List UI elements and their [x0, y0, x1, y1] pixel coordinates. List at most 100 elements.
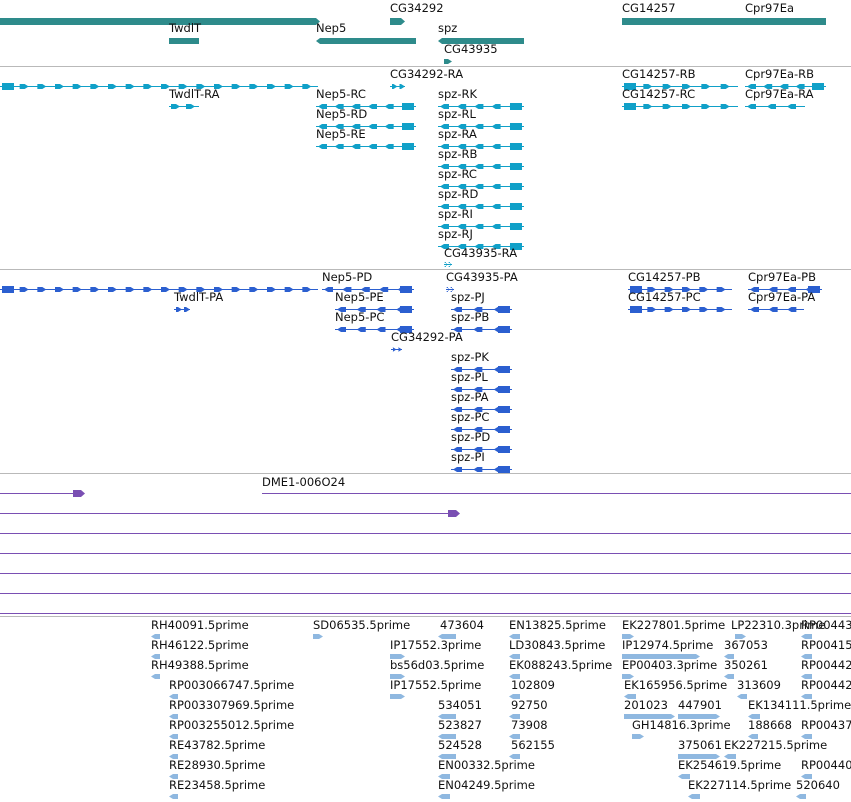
feature-label: LD30843.5prime: [509, 638, 606, 652]
feature-TwdlT-PA[interactable]: [174, 307, 190, 312]
feature-label: spz-RK: [438, 87, 478, 101]
feature-label: 201023: [624, 698, 668, 712]
exon-block: [400, 306, 412, 313]
feature-label: 313609: [737, 678, 781, 692]
feature-RH49388.5prime[interactable]: [151, 674, 160, 679]
feature-CG34292-RA[interactable]: [390, 84, 405, 89]
feature-label: spz: [438, 21, 458, 35]
feature-line: [0, 493, 83, 494]
feature-label: EK227215.5prime: [724, 738, 828, 752]
feature-transcripts-line-0[interactable]: [0, 83, 318, 90]
feature-markers-line-0[interactable]: [0, 490, 85, 497]
feature-label: EK088243.5prime: [509, 658, 613, 672]
feature-label: EN04249.5prime: [438, 778, 535, 792]
feature-CG43935-RA[interactable]: [444, 262, 452, 267]
feature-Cpr97Ea[interactable]: [745, 18, 826, 25]
feature-label: Nep5-PC: [335, 310, 385, 324]
feature-genes-line-0[interactable]: [0, 18, 320, 25]
feature-label: SD06535.5prime: [313, 618, 411, 632]
exon-block: [398, 347, 402, 352]
exon-block: [498, 326, 510, 333]
exon-block: [249, 287, 259, 292]
exon-block: [108, 84, 117, 89]
feature-CG34292[interactable]: [390, 18, 405, 25]
feature-CG14257-PC[interactable]: [628, 306, 732, 313]
exon-block: [55, 287, 64, 292]
feature-glyph: [169, 794, 178, 799]
feature-proteins-line-0[interactable]: [0, 286, 318, 293]
feature-label: spz-PJ: [451, 290, 485, 304]
exon-block: [143, 84, 153, 89]
feature-line: [0, 513, 458, 514]
exon-block: [498, 466, 510, 473]
feature-label: spz-PK: [451, 350, 489, 364]
feature-CG43935[interactable]: [444, 59, 452, 64]
feature-markers-line-6[interactable]: [0, 593, 851, 594]
feature-label: EK165956.5prime: [624, 678, 728, 692]
exon-block: [324, 287, 333, 292]
feature-EK227114.5prime[interactable]: [688, 794, 700, 799]
feature-label: bs56d03.5prime: [390, 658, 485, 672]
feature-520640[interactable]: [796, 794, 806, 799]
feature-SD06535.5prime[interactable]: [313, 634, 323, 639]
exon-block: [19, 287, 29, 292]
feature-line: [0, 533, 851, 534]
exon-block: [473, 327, 483, 332]
feature-glyph: [316, 38, 416, 44]
feature-label: RP003066747.5prime: [169, 678, 295, 692]
feature-CG14257-RC[interactable]: [622, 103, 738, 110]
exon-block: [720, 84, 730, 89]
feature-label: RP00415: [801, 638, 851, 652]
feature-markers-line-3[interactable]: [0, 533, 851, 534]
exon-block: [498, 366, 510, 373]
intron-line: [622, 106, 738, 107]
exon-block: [72, 84, 82, 89]
feature-markers-line-2[interactable]: [0, 510, 460, 517]
feature-glyph: [438, 794, 450, 799]
feature-label: CG14257-RC: [622, 87, 696, 101]
exon-block: [186, 104, 195, 109]
feature-Nep5-RE[interactable]: [316, 143, 416, 150]
feature-label: spz-RI: [438, 207, 473, 221]
exon-block: [768, 307, 778, 312]
exon-block: [491, 204, 501, 209]
feature-label: 92750: [511, 698, 548, 712]
feature-spz-PI[interactable]: [451, 466, 512, 473]
feature-RE23458.5prime[interactable]: [169, 794, 178, 799]
feature-label: DME1-006O24: [262, 475, 346, 489]
feature-markers-line-5[interactable]: [0, 573, 851, 574]
feature-markers-line-7[interactable]: [0, 613, 851, 614]
feature-TwdlT[interactable]: [169, 38, 199, 44]
exon-block: [750, 307, 759, 312]
exon-block: [491, 144, 501, 149]
feature-label: spz-PI: [451, 450, 485, 464]
exon-block: [647, 307, 657, 312]
feature-GH14816.3prime[interactable]: [632, 734, 644, 739]
exon-block: [400, 286, 412, 293]
feature-CG34292-PA[interactable]: [391, 347, 402, 352]
feature-Nep5[interactable]: [316, 38, 416, 44]
exon-block: [351, 144, 361, 149]
feature-Cpr97Ea-PA[interactable]: [748, 307, 804, 312]
feature-313609[interactable]: [737, 694, 747, 699]
feature-label: IP12974.5prime: [622, 638, 714, 652]
feature-label: GH14816.3prime: [632, 718, 731, 732]
feature-markers-line-4[interactable]: [0, 553, 851, 554]
feature-IP17552.5prime[interactable]: [390, 694, 405, 699]
feature-label: IP17552.5prime: [390, 678, 482, 692]
feature-label: CG34292-RA: [390, 67, 464, 81]
feature-EN04249.5prime[interactable]: [438, 794, 450, 799]
feature-label: spz-RA: [438, 127, 477, 141]
feature-label: spz-PL: [451, 370, 488, 384]
feature-label: 523827: [438, 718, 482, 732]
exon-block: [716, 287, 726, 292]
exon-block: [318, 144, 327, 149]
feature-TwdlT-RA[interactable]: [169, 104, 199, 109]
feature-label: RH40091.5prime: [151, 618, 249, 632]
feature-Cpr97Ea-RA[interactable]: [745, 104, 805, 109]
feature-DME1-006O24[interactable]: [262, 493, 851, 494]
exon-block: [161, 287, 170, 292]
exon-block: [747, 104, 756, 109]
feature-label: RP003255012.5prime: [169, 718, 295, 732]
exon-block: [176, 307, 182, 312]
